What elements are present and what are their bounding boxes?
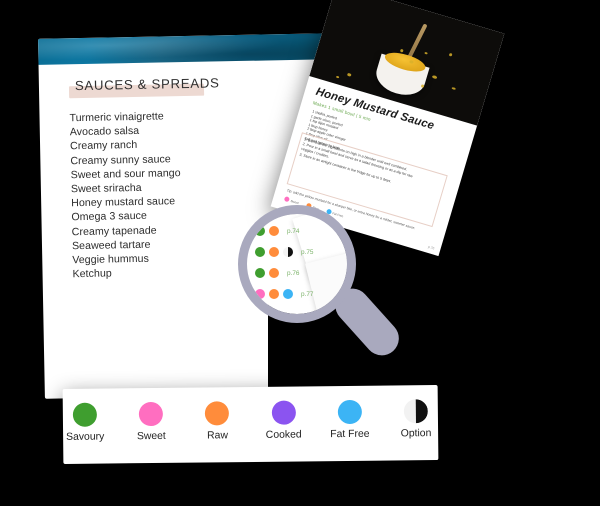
legend-item-sweet[interactable]: Sweet: [129, 401, 174, 443]
page-title-block: SAUCES & SPREADS: [68, 75, 220, 99]
tag-dot-icon: [301, 223, 310, 232]
circle-icon: [138, 401, 164, 427]
card-tag: Raw: [305, 202, 320, 211]
legend-items: Savoury Sweet Raw Cooked Fat Free Option: [63, 399, 438, 443]
circle-icon: [205, 401, 230, 426]
card-tag: Sweet: [283, 196, 300, 205]
tag-dot-icon: [325, 208, 332, 215]
recipe-name: Sweet sriracha: [70, 181, 142, 196]
legend-label: Option: [400, 428, 432, 440]
page-title: SAUCES & SPREADS: [74, 75, 220, 94]
card-tag-label: Fat Free: [331, 210, 344, 218]
recipe-name: Veggie hummus: [72, 252, 150, 267]
backdrop-shadow: [268, 236, 448, 396]
recipe-name: Omega 3 sauce: [71, 210, 148, 224]
card-tag-label: Raw: [312, 204, 320, 211]
card-tag-label: Sweet: [290, 198, 300, 205]
recipe-name: Creamy sunny sauce: [70, 152, 171, 167]
recipe-name: Sweet and sour mango: [70, 166, 181, 181]
legend-label: Savoury: [66, 431, 105, 443]
tag-dot-icon: [313, 222, 322, 232]
recipe-tag-dots: [301, 222, 322, 232]
legend-label: Fat Free: [330, 428, 370, 441]
tag-dot-icon: [305, 202, 312, 209]
card-tag: Fat Free: [325, 208, 345, 218]
legend-item-cooked[interactable]: Cooked: [261, 400, 306, 441]
screenshot-stage: SAUCES & SPREADS Turmeric vinaigrette Avo…: [0, 0, 600, 506]
circle-icon: [271, 400, 296, 425]
legend-card[interactable]: Savoury Sweet Raw Cooked Fat Free Option: [62, 385, 439, 464]
recipe-name: Creamy tapenade: [71, 224, 157, 238]
recipe-card-page-number: p.76: [427, 244, 435, 251]
legend-label: Cooked: [265, 429, 302, 441]
page-banner-image: [38, 33, 334, 65]
legend-item-raw[interactable]: Raw: [195, 401, 240, 441]
legend-item-savoury[interactable]: Savoury: [63, 402, 108, 443]
recipe-name: Seaweed tartare: [71, 238, 151, 252]
recipe-name: Ketchup: [72, 267, 112, 281]
half-circle-icon: [403, 399, 428, 424]
circle-icon: [337, 399, 362, 425]
recipe-name: Creamy ranch: [69, 139, 138, 153]
legend-item-fat-free[interactable]: Fat Free: [327, 399, 372, 441]
recipe-name: Turmeric vinaigrette: [69, 110, 164, 125]
recipe-name: Avocado salsa: [69, 125, 140, 139]
legend-label: Sweet: [136, 430, 166, 443]
tag-dot-icon: [283, 196, 290, 203]
legend-item-option[interactable]: Option: [394, 399, 439, 439]
recipe-name: Honey mustard sauce: [71, 195, 176, 210]
legend-label: Raw: [207, 430, 228, 442]
circle-icon: [72, 402, 98, 427]
